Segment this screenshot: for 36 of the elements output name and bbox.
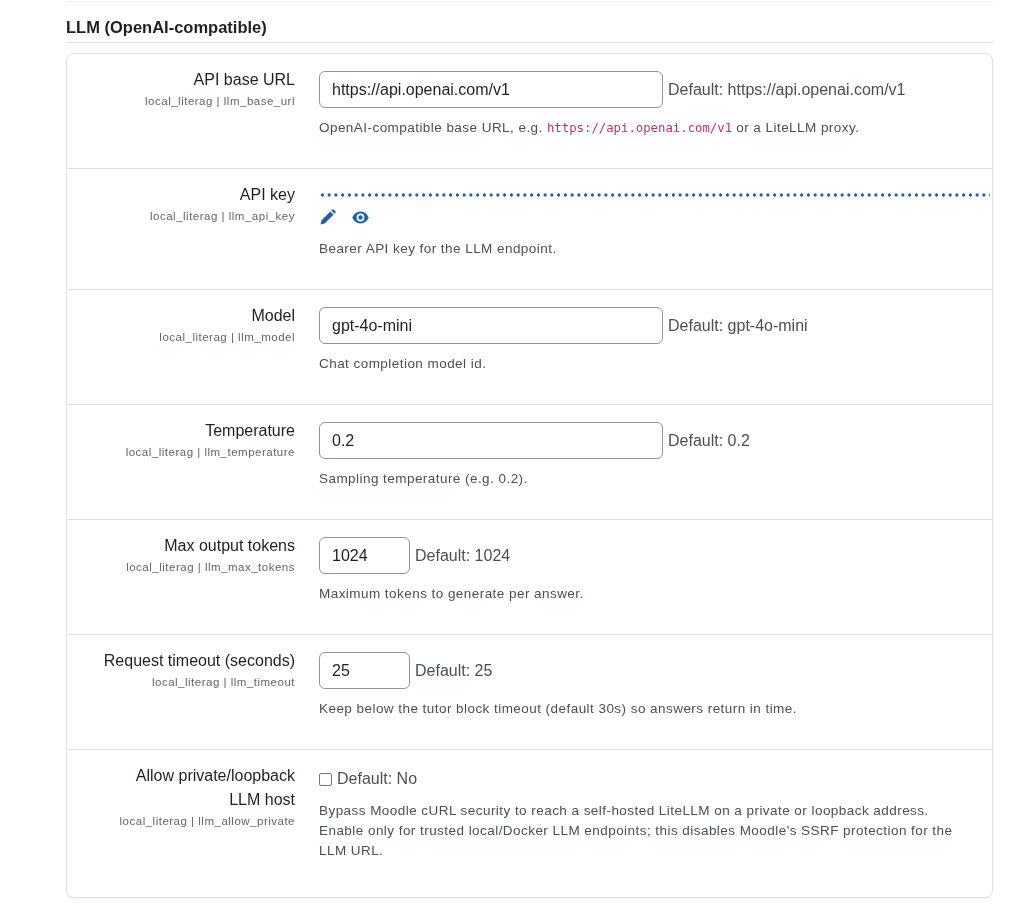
text-input[interactable]: 25 [319, 652, 410, 689]
setting-label: API key [238, 185, 295, 205]
setting-description: Bearer API key for the LLM endpoint. [319, 240, 558, 258]
text-input[interactable]: https://api.openai.com/v1 [319, 71, 663, 108]
default-note: Default: 1024 [415, 545, 511, 566]
default-note: Default: No [337, 769, 418, 789]
default-note: Default: 0.2 [668, 430, 750, 451]
setting-id: local_literag | llm_model [158, 330, 295, 345]
default-note: Default: 25 [415, 660, 493, 681]
setting-id: local_literag | llm_timeout [150, 675, 295, 690]
setting-label: API base URL [192, 70, 295, 90]
setting-description: Sampling temperature (e.g. 0.2). [319, 470, 529, 488]
pencil-icon[interactable] [320, 209, 336, 225]
setting-description: OpenAI-compatible base URL, e.g. https://api.openai.com/v1 or a LiteLLM proxy. [319, 119, 861, 137]
text-input[interactable]: gpt-4o-mini [319, 307, 663, 344]
setting-label: Model [250, 306, 295, 326]
setting-id: local_literag | llm_base_url [144, 94, 295, 109]
default-note: Default: https://api.openai.com/v1 [668, 79, 906, 100]
setting-description: Chat completion model id. [319, 355, 488, 373]
default-note: Default: gpt-4o-mini [668, 315, 808, 336]
setting-description: Maximum tokens to generate per answer. [319, 585, 585, 603]
setting-description: Keep below the tutor block timeout (default 30s) so answers return in time. [319, 700, 798, 718]
setting-label: Temperature [204, 421, 295, 441]
setting-label: Allow private/loopback LLM host [134, 766, 295, 810]
setting-id: local_literag | llm_allow_private [118, 814, 295, 829]
eye-icon[interactable] [352, 210, 369, 224]
setting-id: local_literag | llm_temperature [124, 445, 295, 460]
checkbox[interactable] [319, 772, 332, 786]
setting-label: Max output tokens [163, 536, 295, 556]
setting-id: local_literag | llm_max_tokens [125, 560, 295, 575]
section-heading: LLM (OpenAI-compatible) [66, 17, 267, 38]
text-input[interactable]: 0.2 [319, 422, 663, 459]
setting-id: local_literag | llm_api_key [149, 209, 295, 224]
text-input[interactable]: 1024 [319, 537, 410, 574]
setting-description: Bypass Moodle cURL security to reach a self-hosted LiteLLM on a private or loopback address. Enable only for trusted local/Docker LLM endpoints; this disables Moodle's SSRF protection for the LLM URL. [319, 802, 954, 860]
setting-label: Request timeout (seconds) [103, 651, 295, 671]
